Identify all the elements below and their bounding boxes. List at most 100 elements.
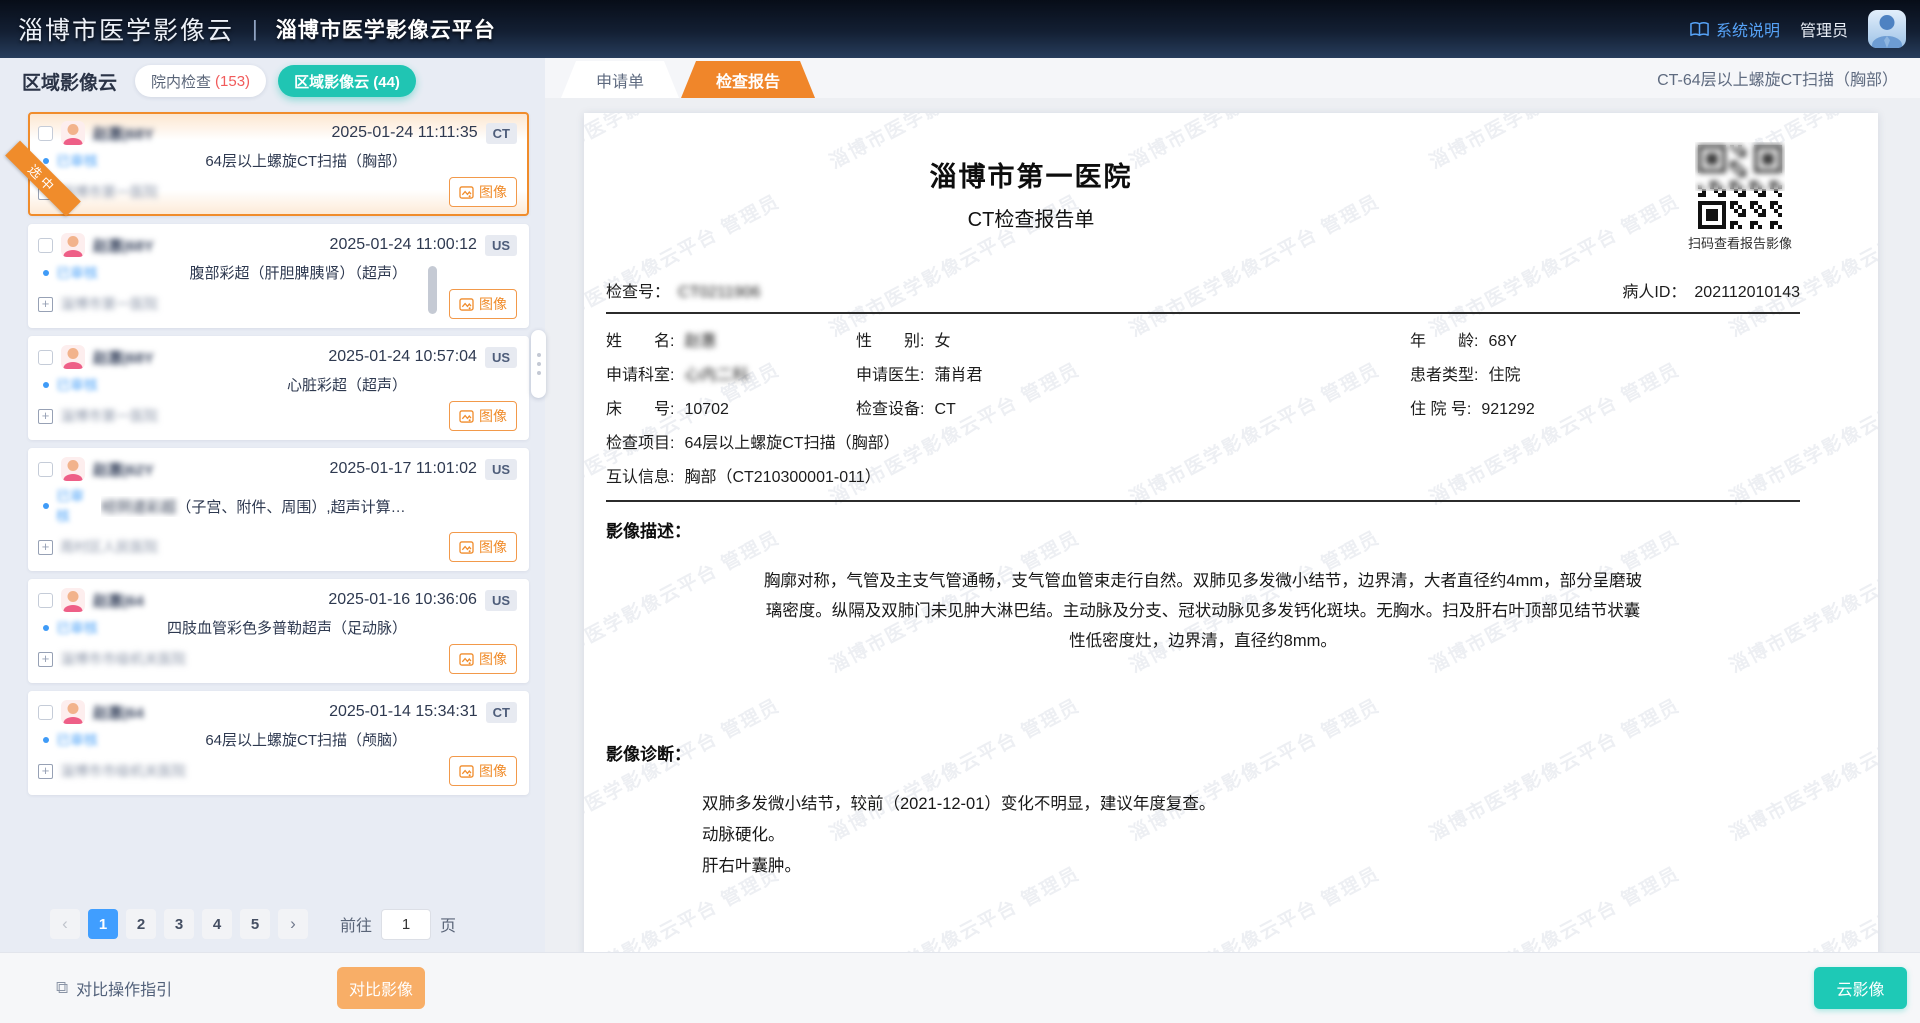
page-button[interactable]: 5	[240, 909, 270, 939]
exam-card[interactable]: 赵惠|62Y 2025-01-17 11:01:02 US 已审核 经阴道彩超（…	[28, 448, 529, 571]
info-field: 年 龄:68Y	[1410, 327, 1800, 351]
exam-datetime: 2025-01-17 11:01:02	[330, 460, 477, 478]
sidebar-title: 区域影像云	[22, 68, 117, 95]
app-root: 淄博市医学影像云 | 淄博市医学影像云平台 系统说明 管理员 区域影像云 院内检…	[0, 0, 1920, 1023]
image-button-label: 图像	[479, 182, 507, 202]
status-dot	[43, 270, 49, 276]
modality-badge: US	[485, 590, 517, 611]
image-button-label: 图像	[479, 649, 507, 669]
exam-card[interactable]: 赵惠|64 2025-01-14 15:34:31 CT 已审核 64层以上螺旋…	[28, 691, 529, 795]
modality-badge: US	[485, 347, 517, 368]
expand-icon[interactable]: +	[38, 652, 53, 667]
user-avatar[interactable]	[1868, 10, 1906, 48]
qr-code	[1698, 145, 1782, 229]
report-tabrow: 申请单 检查报告 CT-64层以上螺旋CT扫描（胸部）	[545, 58, 1920, 98]
next-page-button[interactable]: ›	[278, 909, 308, 939]
exam-status: 已审核	[56, 730, 98, 750]
image-icon	[459, 298, 474, 311]
hospital-name: 周村区人民医院	[60, 537, 158, 557]
diagnosis-line: 肝右叶囊肿。	[702, 851, 1800, 882]
imaging-description-text: 胸廓对称，气管及主支气管通畅，支气管血管束走行自然。双肺见多发微小结节，边界清，…	[758, 566, 1648, 656]
list-scrollbar-thumb[interactable]	[428, 266, 437, 314]
image-icon	[459, 653, 474, 666]
brand-divider: |	[252, 16, 258, 42]
exam-item-field: 检查项目:64层以上螺旋CT扫描（胸部）	[606, 429, 1800, 453]
exam-checkbox[interactable]	[38, 462, 53, 477]
patient-name: 赵惠|68Y	[93, 347, 154, 368]
goto-page-input[interactable]	[381, 909, 431, 940]
book-icon	[1690, 21, 1709, 37]
patient-avatar-icon	[61, 345, 85, 369]
exam-datetime: 2025-01-24 10:57:04	[328, 348, 477, 366]
exam-checkbox[interactable]	[38, 705, 53, 720]
exam-card[interactable]: 赵惠|68Y 2025-01-24 11:11:35 CT 已审核 64层以上螺…	[28, 112, 529, 216]
page-button[interactable]: 2	[126, 909, 156, 939]
patient-avatar-icon	[61, 588, 85, 612]
pagination: ‹ 1 2 3 4 5 › 前往 页	[0, 896, 545, 952]
page-button[interactable]: 1	[88, 909, 118, 939]
image-button-label: 图像	[479, 294, 507, 314]
patient-name: 赵惠|62Y	[93, 459, 154, 480]
tab-exam-report[interactable]: 检查报告	[681, 61, 815, 98]
diagnosis-line: 动脉硬化。	[702, 820, 1800, 851]
report-id-row: 检查号：CT0211906 病人ID：202112010143	[606, 278, 1800, 302]
system-help-link[interactable]: 系统说明	[1690, 17, 1780, 41]
panel-resize-handle[interactable]	[531, 330, 546, 398]
exam-checkbox[interactable]	[38, 126, 53, 141]
view-images-button[interactable]: 图像	[449, 289, 517, 319]
hospital-name: 淄博市第一医院	[60, 406, 158, 426]
content-body: 区域影像云 院内检查 (153) 区域影像云 (44) 赵惠|68Y 2025-…	[0, 58, 1920, 952]
view-images-button[interactable]: 图像	[449, 401, 517, 431]
expand-icon[interactable]: +	[38, 764, 53, 779]
expand-icon[interactable]: +	[38, 540, 53, 555]
page-button[interactable]: 4	[202, 909, 232, 939]
patient-avatar-icon	[61, 233, 85, 257]
report-title: CT检查报告单	[606, 203, 1456, 232]
status-dot	[43, 382, 49, 388]
exam-status: 已审核	[56, 486, 94, 526]
tab-application-form[interactable]: 申请单	[561, 61, 679, 98]
expand-icon[interactable]: +	[38, 409, 53, 424]
exam-card[interactable]: 赵惠|64 2025-01-16 10:36:06 US 已审核 四肢血管彩色多…	[28, 579, 529, 683]
expand-icon[interactable]: +	[38, 297, 53, 312]
patient-avatar-icon	[61, 457, 85, 481]
view-images-button[interactable]: 图像	[449, 177, 517, 207]
exam-name: 四肢血管彩色多普勒超声（足动脉）	[167, 617, 407, 638]
goto-label: 前往	[340, 912, 372, 936]
page-button[interactable]: 3	[164, 909, 194, 939]
modality-badge: US	[485, 235, 517, 256]
main-panel: 申请单 检查报告 CT-64层以上螺旋CT扫描（胸部） 淄博市医学影像云平台 管…	[545, 58, 1920, 952]
patient-name: 赵惠|68Y	[93, 123, 154, 144]
compare-images-button[interactable]: 对比影像	[337, 967, 425, 1009]
exam-checkbox[interactable]	[38, 238, 53, 253]
patient-id: 病人ID：202112010143	[1622, 278, 1800, 302]
image-icon	[459, 765, 474, 778]
info-field: 姓 名:赵惠	[606, 327, 856, 351]
info-field: 床 号:10702	[606, 395, 856, 419]
qr-blur-overlay	[1695, 142, 1785, 191]
sidebar-header: 区域影像云 院内检查 (153) 区域影像云 (44)	[0, 58, 545, 104]
prev-page-button[interactable]: ‹	[50, 909, 80, 939]
view-images-button[interactable]: 图像	[449, 532, 517, 562]
cloud-image-button[interactable]: 云影像	[1814, 967, 1907, 1009]
exam-datetime: 2025-01-24 11:11:35	[331, 124, 477, 142]
view-images-button[interactable]: 图像	[449, 756, 517, 786]
info-field: 检查设备:CT	[856, 395, 1410, 419]
exam-name: 64层以上螺旋CT扫描（胸部）	[205, 150, 407, 171]
exam-checkbox[interactable]	[38, 350, 53, 365]
tab-hospital-exams[interactable]: 院内检查 (153)	[135, 65, 266, 97]
imaging-description-heading: 影像描述：	[606, 517, 1800, 542]
imaging-diagnosis-heading: 影像诊断：	[606, 740, 1800, 765]
image-icon	[459, 410, 474, 423]
qr-block: 扫码查看报告影像	[1680, 145, 1800, 252]
compare-guide-link[interactable]: ⧉ 对比操作指引	[56, 976, 172, 1000]
exam-checkbox[interactable]	[38, 593, 53, 608]
topbar-right: 系统说明 管理员	[1690, 10, 1906, 48]
user-name[interactable]: 管理员	[1800, 17, 1848, 41]
exam-card[interactable]: 赵惠|68Y 2025-01-24 10:57:04 US 已审核 心脏彩超（超…	[28, 336, 529, 440]
view-images-button[interactable]: 图像	[449, 644, 517, 674]
report-header: 淄博市第一医院 CT检查报告单 扫码查看报告影像	[606, 155, 1800, 232]
tab-region-cloud[interactable]: 区域影像云 (44)	[278, 65, 416, 97]
topbar: 淄博市医学影像云 | 淄博市医学影像云平台 系统说明 管理员	[0, 0, 1920, 58]
exam-card[interactable]: 赵惠|68Y 2025-01-24 11:00:12 US 已审核 腹部彩超（肝…	[28, 224, 529, 328]
